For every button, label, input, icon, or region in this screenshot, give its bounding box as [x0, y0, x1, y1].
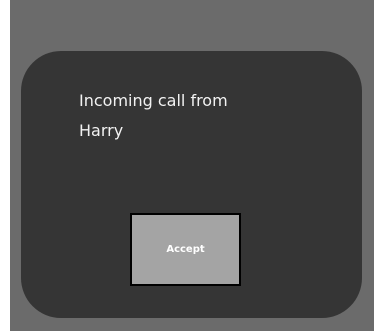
accept-button-label: Accept	[166, 244, 205, 255]
accept-button[interactable]: Accept	[130, 213, 241, 286]
incoming-call-label: Incoming call from	[79, 91, 228, 110]
incoming-call-dialog: Incoming call from Harry Accept	[21, 51, 362, 318]
caller-name: Harry	[79, 121, 124, 140]
call-message: Incoming call from Harry	[79, 86, 228, 146]
screen-background: Incoming call from Harry Accept	[10, 0, 374, 331]
